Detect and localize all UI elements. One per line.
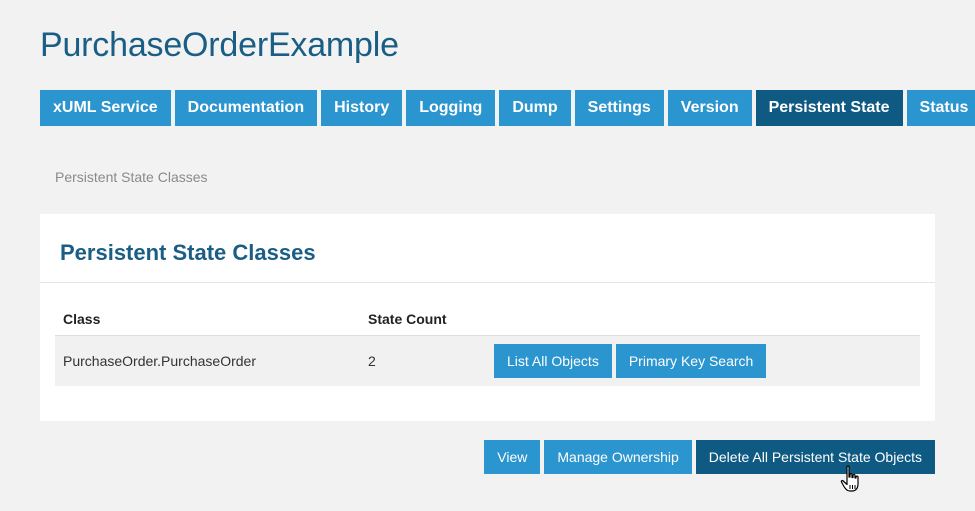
tab-version[interactable]: Version [667, 90, 752, 126]
footer-actions: View Manage Ownership Delete All Persist… [484, 440, 935, 474]
list-all-objects-button[interactable]: List All Objects [494, 344, 612, 378]
tab-logging[interactable]: Logging [406, 90, 496, 126]
tab-documentation[interactable]: Documentation [174, 90, 318, 126]
main-tabs: xUML Service Documentation History Loggi… [40, 90, 975, 126]
primary-key-search-button[interactable]: Primary Key Search [615, 344, 767, 378]
page-title: PurchaseOrderExample [40, 26, 399, 64]
column-header-state-count: State Count [368, 310, 447, 327]
class-name-cell: PurchaseOrder.PurchaseOrder [63, 353, 256, 369]
hand-pointer-icon [840, 465, 859, 492]
divider [40, 282, 935, 283]
tab-persistent-state[interactable]: Persistent State [755, 90, 903, 126]
state-count-cell: 2 [368, 353, 376, 369]
table-row: PurchaseOrder.PurchaseOrder 2 List All O… [55, 336, 920, 386]
delete-all-persistent-state-objects-button[interactable]: Delete All Persistent State Objects [695, 440, 935, 474]
column-header-class: Class [63, 310, 101, 327]
breadcrumb: Persistent State Classes [55, 169, 208, 185]
tab-settings[interactable]: Settings [574, 90, 664, 126]
manage-ownership-button[interactable]: Manage Ownership [544, 440, 692, 474]
tab-dump[interactable]: Dump [499, 90, 571, 126]
tab-history[interactable]: History [321, 90, 403, 126]
view-button[interactable]: View [484, 440, 541, 474]
table-header: Class State Count [55, 302, 920, 336]
row-actions: List All Objects Primary Key Search [494, 344, 767, 378]
panel-title: Persistent State Classes [60, 240, 316, 265]
persistent-state-panel: Persistent State Classes Class State Cou… [40, 214, 935, 421]
tab-xuml-service[interactable]: xUML Service [40, 90, 171, 126]
tab-status[interactable]: Status [906, 90, 975, 126]
classes-table: Class State Count PurchaseOrder.Purchase… [55, 302, 920, 386]
